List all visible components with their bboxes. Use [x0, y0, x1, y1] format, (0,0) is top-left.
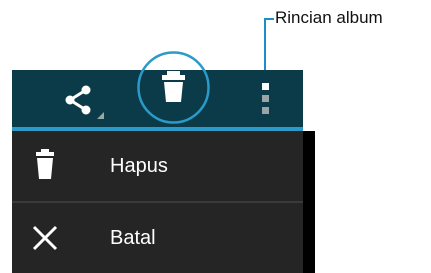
close-icon — [32, 225, 58, 256]
menu-item-batal[interactable]: Batal — [12, 203, 303, 273]
overflow-menu-icon[interactable] — [260, 82, 274, 116]
callout-line-vertical — [264, 18, 266, 72]
menu-item-hapus[interactable]: Hapus — [12, 131, 303, 203]
phone-screen: Hapus Batal — [12, 51, 315, 273]
menu-item-label: Batal — [110, 227, 156, 249]
action-bar — [12, 51, 303, 127]
menu-item-label: Hapus — [110, 155, 168, 177]
share-icon[interactable] — [60, 82, 108, 122]
delete-icon[interactable] — [136, 50, 211, 125]
trash-icon — [34, 149, 56, 186]
background-strip — [303, 131, 315, 273]
callout-label: Rincian album — [275, 8, 383, 27]
delete-options-menu: Hapus Batal — [12, 131, 303, 273]
